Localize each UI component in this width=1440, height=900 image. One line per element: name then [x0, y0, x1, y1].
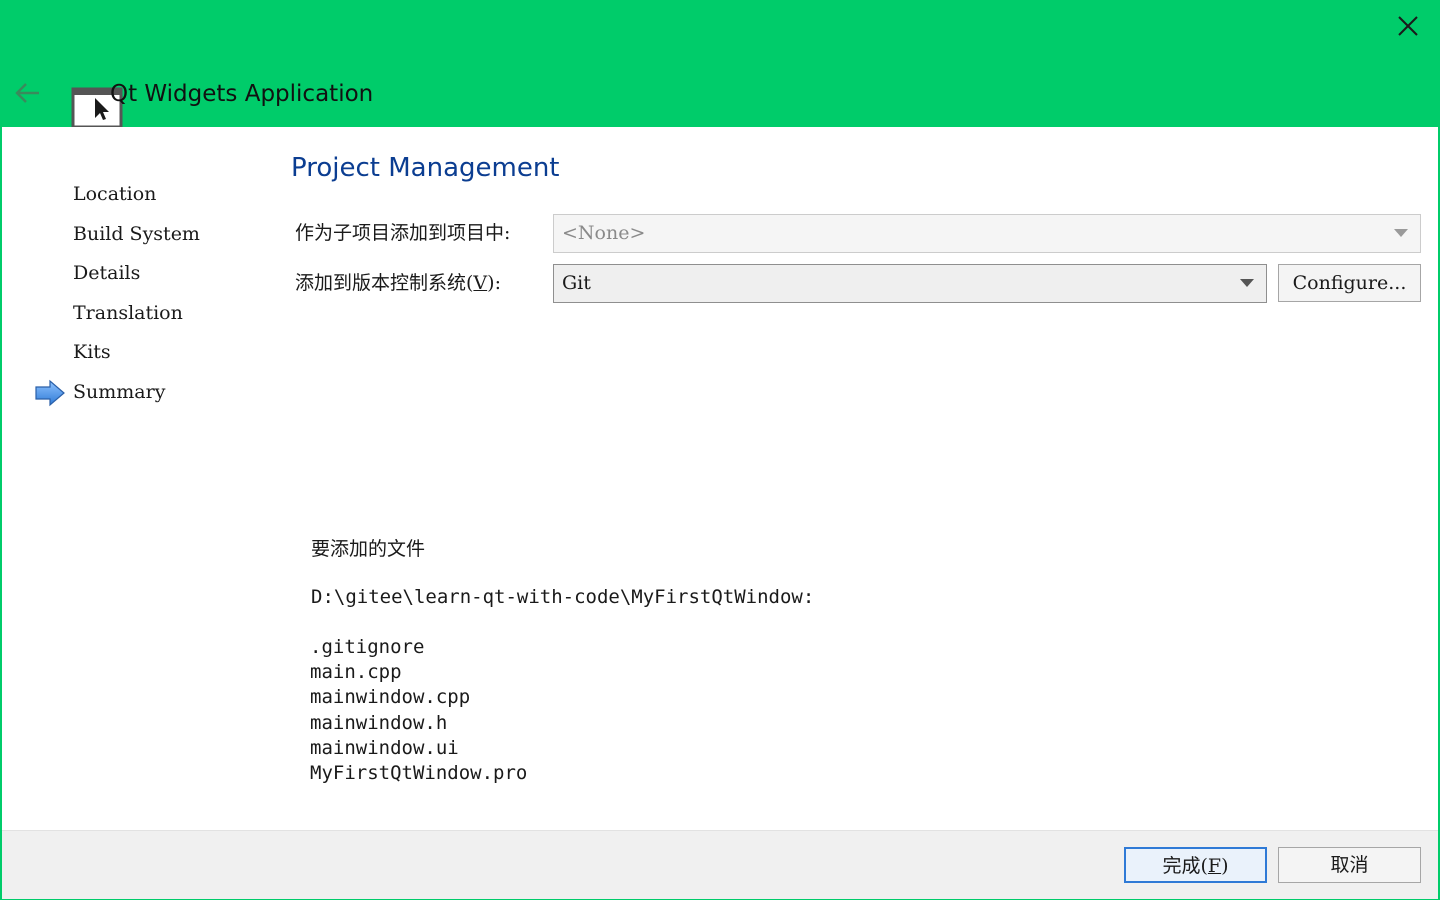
wizard-content: Location Build System Details Translatio…: [2, 127, 1438, 830]
wizard-title: Qt Widgets Application: [110, 81, 374, 107]
finish-label-prefix: 完成(: [1162, 855, 1208, 877]
project-path: D:\gitee\learn-qt-with-code\MyFirstQtWin…: [311, 586, 815, 608]
arrow-left-icon[interactable]: [12, 78, 44, 108]
file-list-item: .gitignore: [310, 636, 425, 658]
file-list-item: mainwindow.ui: [310, 736, 459, 759]
chevron-down-icon: [1240, 279, 1254, 287]
file-list-item: mainwindow.h: [310, 711, 448, 734]
parent-project-label: 作为子项目添加到项目中:: [295, 222, 511, 244]
step-summary: Summary: [73, 381, 166, 403]
vcs-select[interactable]: Git: [553, 264, 1267, 303]
parent-project-select[interactable]: <None>: [553, 214, 1421, 253]
vcs-label-prefix: 添加到版本控制系统(: [295, 272, 474, 294]
file-list-item: MyFirstQtWindow.pro: [310, 762, 528, 785]
vcs-label-mnemonic: V: [473, 272, 488, 294]
cancel-button[interactable]: 取消: [1278, 847, 1421, 883]
wizard-window: Qt Widgets Application Location Build Sy…: [0, 0, 1440, 900]
vcs-label: 添加到版本控制系统(V):: [295, 270, 501, 296]
file-list-item: main.cpp: [310, 661, 402, 684]
finish-label-suffix: ): [1221, 855, 1229, 877]
step-kits: Kits: [73, 341, 111, 363]
configure-button[interactable]: Configure...: [1278, 264, 1421, 302]
page-title: Project Management: [291, 153, 560, 183]
arrow-right-icon: [35, 379, 65, 407]
title-bar: Qt Widgets Application: [0, 0, 1440, 128]
vcs-value: Git: [562, 272, 591, 294]
close-icon[interactable]: [1392, 10, 1424, 42]
finish-label-mnemonic: F: [1207, 855, 1222, 877]
file-list: .gitignore main.cpp mainwindow.cpp mainw…: [310, 635, 527, 786]
step-build-system: Build System: [73, 223, 200, 245]
step-details: Details: [73, 262, 141, 284]
step-translation: Translation: [73, 302, 183, 324]
files-to-add-heading: 要添加的文件: [311, 538, 426, 560]
button-bar: 完成(F) 取消: [2, 830, 1438, 899]
file-list-item: mainwindow.cpp: [310, 686, 471, 709]
parent-project-value: <None>: [562, 222, 646, 244]
chevron-down-icon: [1394, 229, 1408, 237]
finish-button[interactable]: 完成(F): [1124, 847, 1267, 883]
step-location: Location: [73, 183, 157, 205]
vcs-label-suffix: ):: [487, 272, 501, 294]
